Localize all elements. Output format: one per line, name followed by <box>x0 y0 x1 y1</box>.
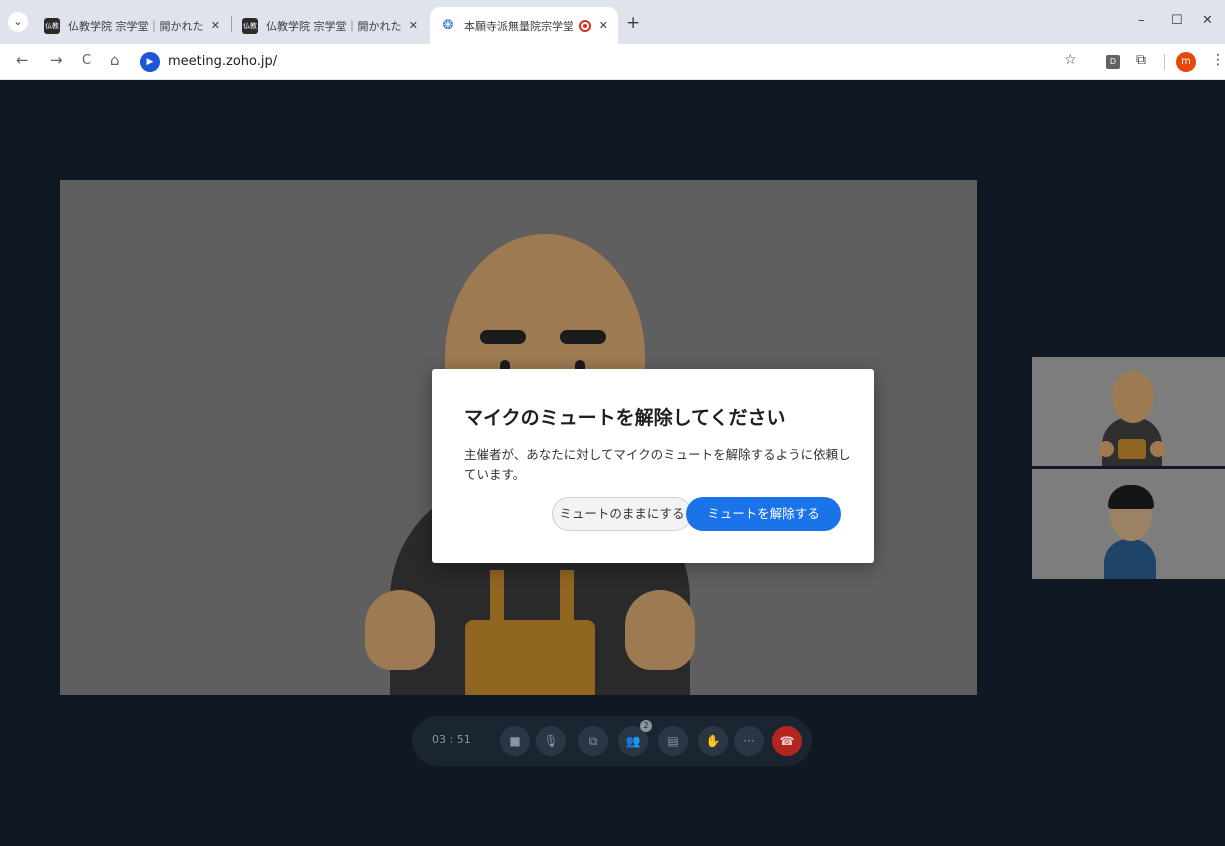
close-window-button[interactable]: ✕ <box>1202 13 1213 28</box>
browser-toolbar: ← → C ⌂ ▶ meeting.zoho.jp/ ☆ D ⧉ m ⋮ <box>0 44 1225 80</box>
participant-illustration-hair <box>1108 485 1154 509</box>
participant-illustration-hand <box>1098 441 1114 457</box>
unmute-button[interactable]: ミュートを解除する <box>686 497 841 531</box>
raise-hand-icon[interactable]: ✋ <box>698 726 728 756</box>
chat-icon[interactable]: ▤ <box>658 726 688 756</box>
speaker-illustration-brow <box>480 330 526 344</box>
participant-illustration-rakusu <box>1118 439 1146 459</box>
keep-muted-button[interactable]: ミュートのままにする <box>552 497 692 531</box>
reload-icon[interactable]: C <box>82 53 91 68</box>
participant-illustration-body <box>1104 539 1156 579</box>
meeting-timer: 03 : 51 <box>432 733 471 746</box>
site-favicon-icon: 仏教 <box>242 17 258 34</box>
bookmark-star-icon[interactable]: ☆ <box>1064 52 1077 68</box>
profile-avatar[interactable]: m <box>1176 52 1196 72</box>
browser-tab-bar: ⌄ 仏教 仏教学院 宗学堂｜開かれた仏教 ✕ 仏教 仏教学院 宗学堂｜開かれた仏… <box>0 0 1225 44</box>
speaker-illustration-hand <box>625 590 695 670</box>
browser-tab[interactable]: 仏教 仏教学院 宗学堂｜開かれた仏教 ✕ <box>232 7 428 44</box>
forward-icon[interactable]: → <box>50 51 63 69</box>
speaker-illustration-hand <box>365 590 435 670</box>
new-tab-button[interactable]: + <box>626 13 640 33</box>
unmute-request-dialog: マイクのミュートを解除してください 主催者が、あなたに対してマイクのミュートを解… <box>432 369 874 563</box>
participant-video-tile[interactable] <box>1032 469 1225 579</box>
screen-share-icon[interactable]: ⧉ <box>578 726 608 756</box>
toolbar-divider <box>1164 54 1165 70</box>
tab-close-icon[interactable]: ✕ <box>211 19 220 32</box>
browser-tab[interactable]: 仏教 仏教学院 宗学堂｜開かれた仏教 ✕ <box>34 7 230 44</box>
tab-title: 仏教学院 宗学堂｜開かれた仏教 <box>266 19 401 33</box>
tab-close-icon[interactable]: ✕ <box>409 19 418 32</box>
end-call-icon[interactable]: ☎ <box>772 726 802 756</box>
speaker-illustration-rakusu <box>465 620 595 695</box>
back-icon[interactable]: ← <box>16 51 29 69</box>
speaker-illustration-brow <box>560 330 606 344</box>
participant-illustration-hand <box>1150 441 1166 457</box>
browser-tab-active[interactable]: ❂ 本願寺派無量院宗学堂 基 ✕ <box>430 7 618 44</box>
participant-illustration-head <box>1112 371 1154 423</box>
meeting-stage: 03 : 51 ■ 🎙 ⧉ 👥 2 ▤ ✋ ··· ☎ マイクのミュートを解除し… <box>0 80 1225 846</box>
home-icon[interactable]: ⌂ <box>110 51 120 69</box>
extension-icon[interactable]: D <box>1106 55 1120 69</box>
tab-title: 本願寺派無量院宗学堂 基 <box>464 19 573 33</box>
maximize-button[interactable]: ☐ <box>1171 13 1183 28</box>
tab-title: 仏教学院 宗学堂｜開かれた仏教 <box>68 19 203 33</box>
minimize-button[interactable]: – <box>1138 13 1145 28</box>
microphone-icon[interactable]: 🎙 <box>536 726 566 756</box>
address-bar[interactable]: meeting.zoho.jp/ <box>168 54 277 69</box>
browser-menu-icon[interactable]: ⋮ <box>1211 52 1225 68</box>
video-camera-icon[interactable]: ■ <box>500 726 530 756</box>
zoho-favicon-icon: ❂ <box>442 17 454 33</box>
participant-video-tile[interactable] <box>1032 357 1225 466</box>
extensions-puzzle-icon[interactable]: ⧉ <box>1136 52 1146 68</box>
participants-count-badge: 2 <box>640 720 652 732</box>
site-info-icon[interactable]: ▶ <box>140 52 160 72</box>
dialog-message: 主催者が、あなたに対してマイクのミュートを解除するように依頼しています。 <box>464 447 851 482</box>
recording-icon <box>578 19 591 32</box>
dialog-title: マイクのミュートを解除してください <box>464 407 786 429</box>
site-favicon-icon: 仏教 <box>44 17 60 34</box>
tab-search-icon[interactable]: ⌄ <box>8 12 28 32</box>
tab-close-icon[interactable]: ✕ <box>599 19 608 32</box>
meeting-control-bar: 03 : 51 ■ 🎙 ⧉ 👥 2 ▤ ✋ ··· ☎ <box>412 716 812 766</box>
more-options-icon[interactable]: ··· <box>734 726 764 756</box>
